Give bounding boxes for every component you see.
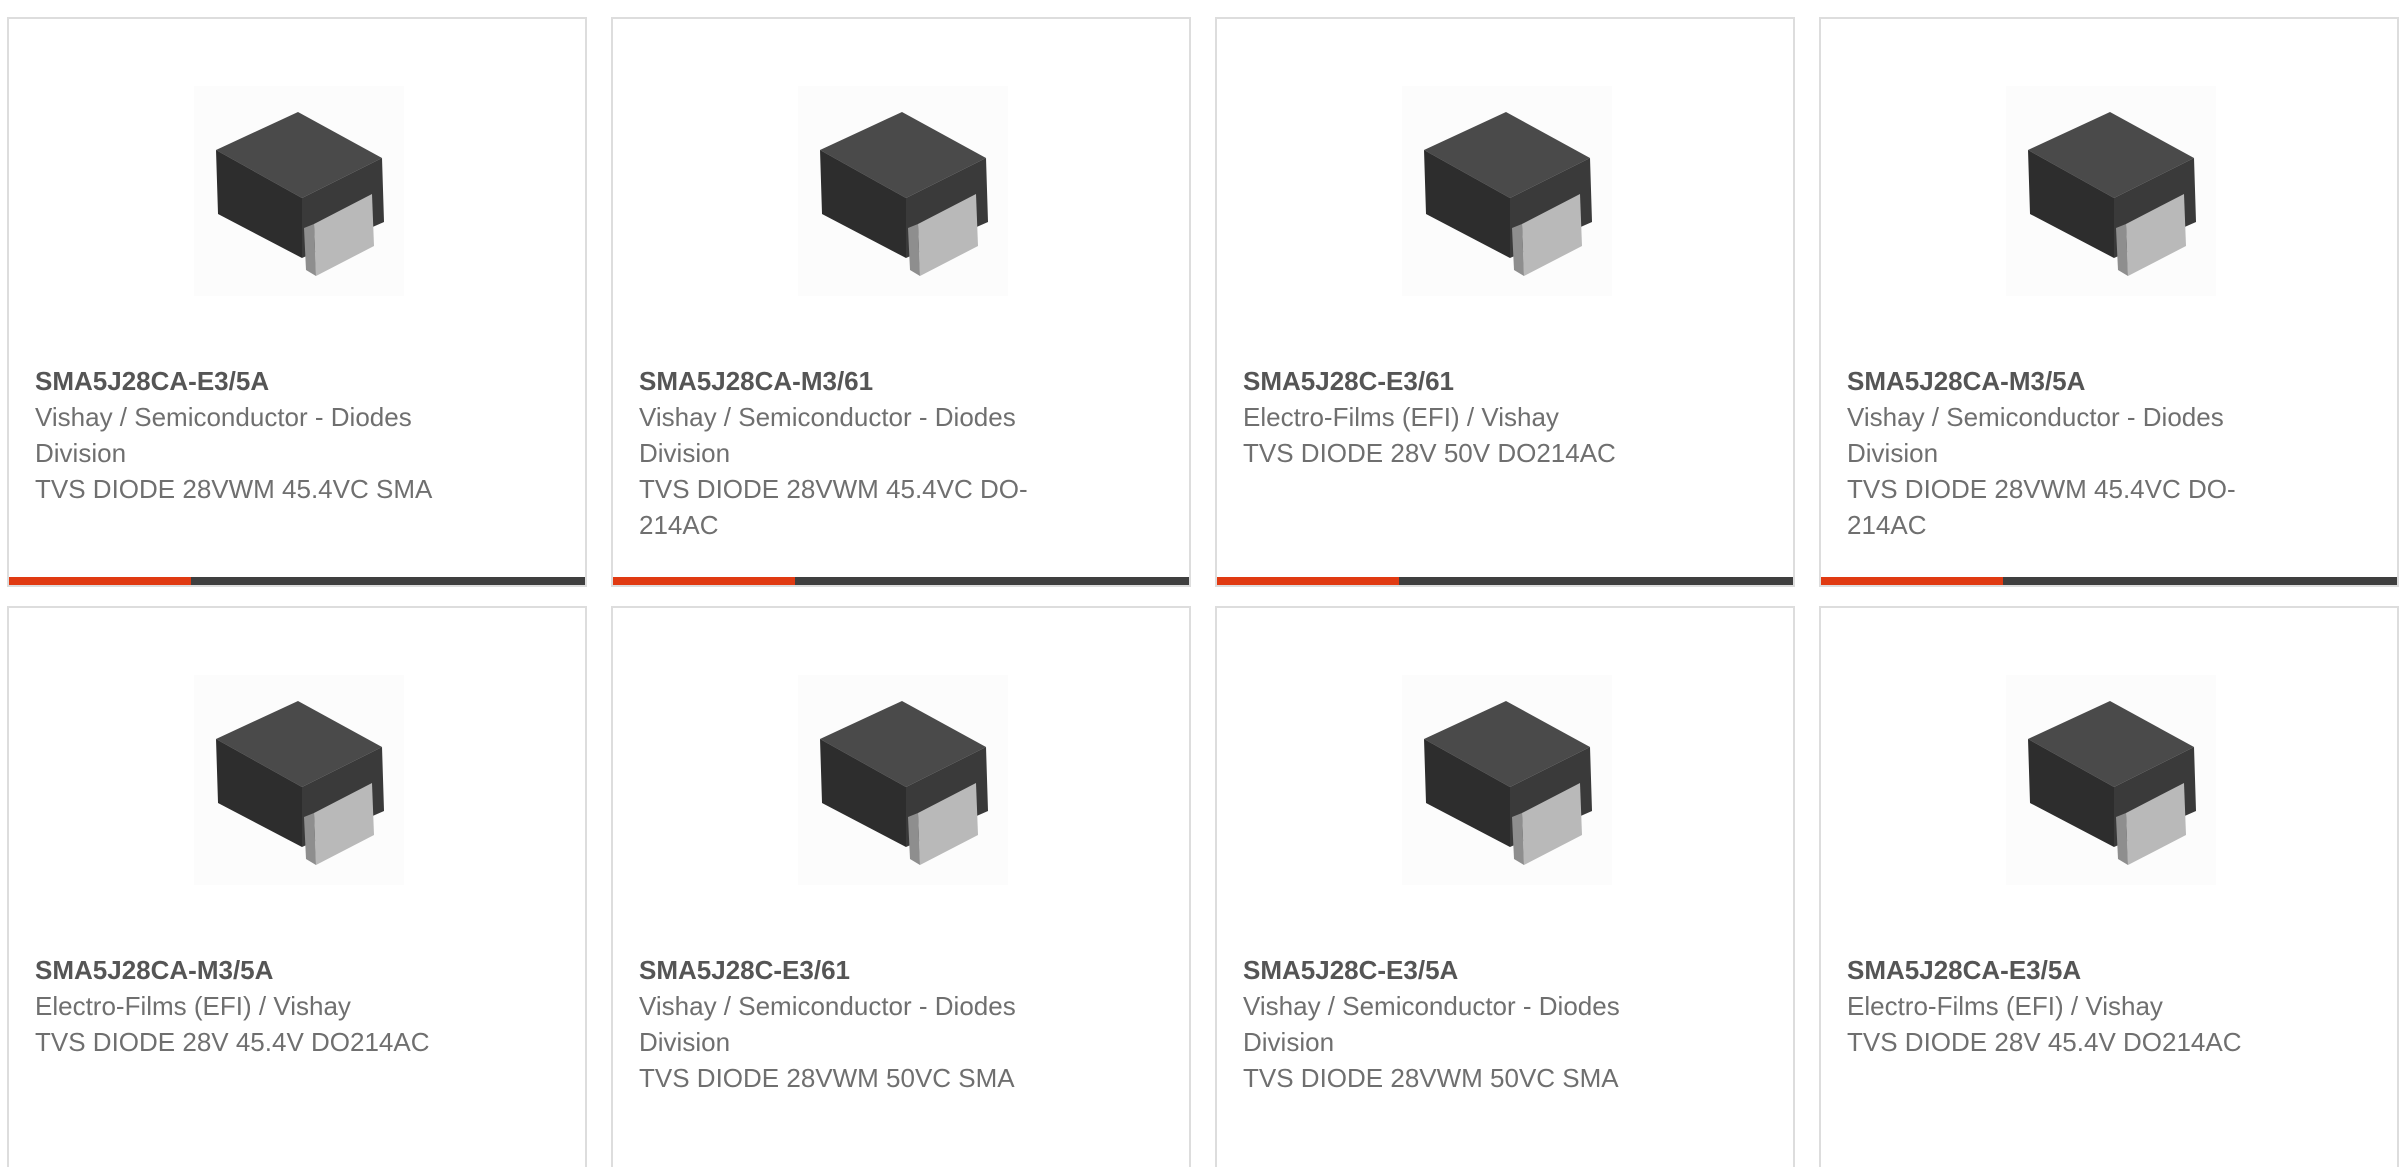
description-label: TVS DIODE 28VWM 45.4VC DO-214AC bbox=[639, 474, 1028, 540]
product-info: SMA5J28C-E3/61 Vishay / Semiconductor - … bbox=[639, 952, 1059, 1096]
product-card[interactable]: SMA5J28C-E3/5A Vishay / Semiconductor - … bbox=[1215, 606, 1795, 1167]
part-number-link[interactable]: SMA5J28C-E3/61 bbox=[1243, 363, 1663, 399]
product-grid: SMA5J28CA-E3/5A Vishay / Semiconductor -… bbox=[0, 0, 2400, 1167]
diode-package-icon bbox=[2028, 701, 2196, 865]
card-bottom-bar bbox=[613, 577, 1189, 585]
manufacturer-label: Electro-Films (EFI) / Vishay bbox=[1243, 402, 1559, 432]
manufacturer-label: Vishay / Semiconductor - Diodes Division bbox=[1847, 402, 2224, 468]
product-card[interactable]: SMA5J28C-E3/61 Vishay / Semiconductor - … bbox=[611, 606, 1191, 1167]
diode-package-icon bbox=[216, 701, 384, 865]
description-label: TVS DIODE 28V 45.4V DO214AC bbox=[1847, 1027, 2242, 1057]
product-card[interactable]: SMA5J28CA-E3/5A Vishay / Semiconductor -… bbox=[7, 17, 587, 587]
diode-package-icon bbox=[820, 701, 988, 865]
product-image[interactable] bbox=[1402, 675, 1612, 885]
product-card[interactable]: SMA5J28CA-M3/5A Vishay / Semiconductor -… bbox=[1819, 17, 2399, 587]
description-label: TVS DIODE 28V 50V DO214AC bbox=[1243, 438, 1616, 468]
product-info: SMA5J28C-E3/61 Electro-Films (EFI) / Vis… bbox=[1243, 363, 1663, 471]
product-image[interactable] bbox=[2006, 675, 2216, 885]
card-bottom-bar bbox=[9, 577, 585, 585]
part-number-link[interactable]: SMA5J28C-E3/5A bbox=[1243, 952, 1663, 988]
card-bottom-bar bbox=[1217, 577, 1793, 585]
manufacturer-label: Vishay / Semiconductor - Diodes Division bbox=[639, 402, 1016, 468]
product-card[interactable]: SMA5J28CA-E3/5A Electro-Films (EFI) / Vi… bbox=[1819, 606, 2399, 1167]
part-number-link[interactable]: SMA5J28CA-E3/5A bbox=[35, 363, 455, 399]
card-accent-bar bbox=[1217, 577, 1399, 585]
card-accent-bar bbox=[1821, 577, 2003, 585]
part-number-link[interactable]: SMA5J28CA-E3/5A bbox=[1847, 952, 2267, 988]
manufacturer-label: Vishay / Semiconductor - Diodes Division bbox=[35, 402, 412, 468]
card-bottom-bar bbox=[1821, 577, 2397, 585]
product-info: SMA5J28CA-M3/5A Electro-Films (EFI) / Vi… bbox=[35, 952, 455, 1060]
card-accent-bar bbox=[9, 577, 191, 585]
description-label: TVS DIODE 28VWM 45.4VC DO-214AC bbox=[1847, 474, 2236, 540]
manufacturer-label: Vishay / Semiconductor - Diodes Division bbox=[639, 991, 1016, 1057]
manufacturer-label: Electro-Films (EFI) / Vishay bbox=[35, 991, 351, 1021]
part-number-link[interactable]: SMA5J28C-E3/61 bbox=[639, 952, 1059, 988]
description-label: TVS DIODE 28VWM 45.4VC SMA bbox=[35, 474, 433, 504]
diode-package-icon bbox=[820, 112, 988, 276]
part-number-link[interactable]: SMA5J28CA-M3/5A bbox=[1847, 363, 2267, 399]
product-card[interactable]: SMA5J28C-E3/61 Electro-Films (EFI) / Vis… bbox=[1215, 17, 1795, 587]
diode-package-icon bbox=[2028, 112, 2196, 276]
product-info: SMA5J28CA-M3/61 Vishay / Semiconductor -… bbox=[639, 363, 1059, 543]
manufacturer-label: Vishay / Semiconductor - Diodes Division bbox=[1243, 991, 1620, 1057]
diode-package-icon bbox=[216, 112, 384, 276]
product-image[interactable] bbox=[798, 675, 1008, 885]
description-label: TVS DIODE 28VWM 50VC SMA bbox=[639, 1063, 1015, 1093]
product-info: SMA5J28CA-M3/5A Vishay / Semiconductor -… bbox=[1847, 363, 2267, 543]
description-label: TVS DIODE 28V 45.4V DO214AC bbox=[35, 1027, 430, 1057]
product-image[interactable] bbox=[798, 86, 1008, 296]
product-image[interactable] bbox=[1402, 86, 1612, 296]
manufacturer-label: Electro-Films (EFI) / Vishay bbox=[1847, 991, 2163, 1021]
product-info: SMA5J28CA-E3/5A Electro-Films (EFI) / Vi… bbox=[1847, 952, 2267, 1060]
diode-package-icon bbox=[1424, 701, 1592, 865]
description-label: TVS DIODE 28VWM 50VC SMA bbox=[1243, 1063, 1619, 1093]
part-number-link[interactable]: SMA5J28CA-M3/61 bbox=[639, 363, 1059, 399]
part-number-link[interactable]: SMA5J28CA-M3/5A bbox=[35, 952, 455, 988]
product-info: SMA5J28CA-E3/5A Vishay / Semiconductor -… bbox=[35, 363, 455, 507]
product-card[interactable]: SMA5J28CA-M3/5A Electro-Films (EFI) / Vi… bbox=[7, 606, 587, 1167]
product-image[interactable] bbox=[194, 86, 404, 296]
product-card[interactable]: SMA5J28CA-M3/61 Vishay / Semiconductor -… bbox=[611, 17, 1191, 587]
product-image[interactable] bbox=[194, 675, 404, 885]
card-accent-bar bbox=[613, 577, 795, 585]
product-info: SMA5J28C-E3/5A Vishay / Semiconductor - … bbox=[1243, 952, 1663, 1096]
product-image[interactable] bbox=[2006, 86, 2216, 296]
diode-package-icon bbox=[1424, 112, 1592, 276]
